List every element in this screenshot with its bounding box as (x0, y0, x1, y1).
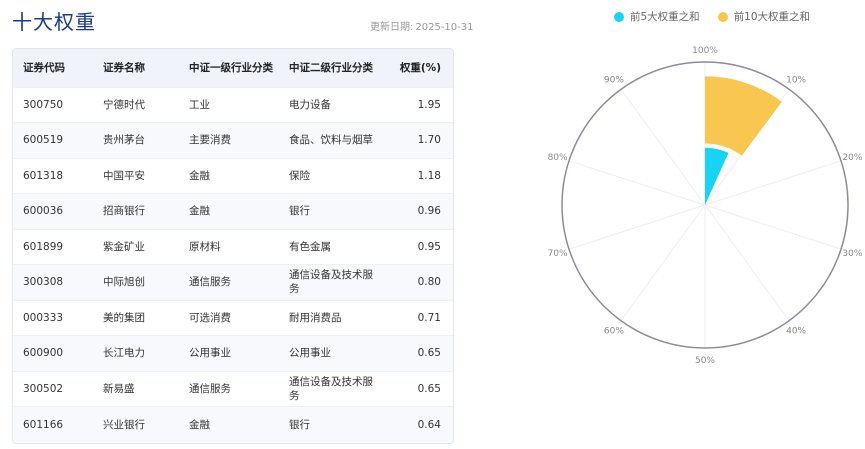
angle-tick-label: 80% (548, 153, 568, 163)
polar-bar-top5[interactable] (705, 147, 729, 205)
radial-gridline (704, 204, 790, 321)
angle-tick-label: 50% (695, 356, 715, 366)
angle-tick-label: 70% (548, 249, 568, 259)
radial-gridline (568, 160, 706, 206)
angle-tick-label: 20% (842, 153, 862, 163)
angle-tick-label: 30% (842, 249, 862, 259)
angle-tick-label: 60% (604, 326, 624, 336)
radial-gridline (620, 89, 706, 206)
radial-gridline (704, 204, 842, 250)
radial-gridline (620, 204, 706, 321)
angle-tick-label: 100% (692, 46, 718, 56)
radial-gridline (568, 204, 706, 250)
polar-bar-top10[interactable] (705, 76, 782, 156)
angle-tick-label: 40% (786, 326, 806, 336)
angle-tick-label: 90% (604, 76, 624, 86)
polar-bar-chart: 100% 10% 20% 30% 40% 50% 60% 70% 80% 90% (548, 46, 863, 366)
angle-tick-label: 10% (786, 76, 806, 86)
radial-gridline (704, 160, 842, 206)
